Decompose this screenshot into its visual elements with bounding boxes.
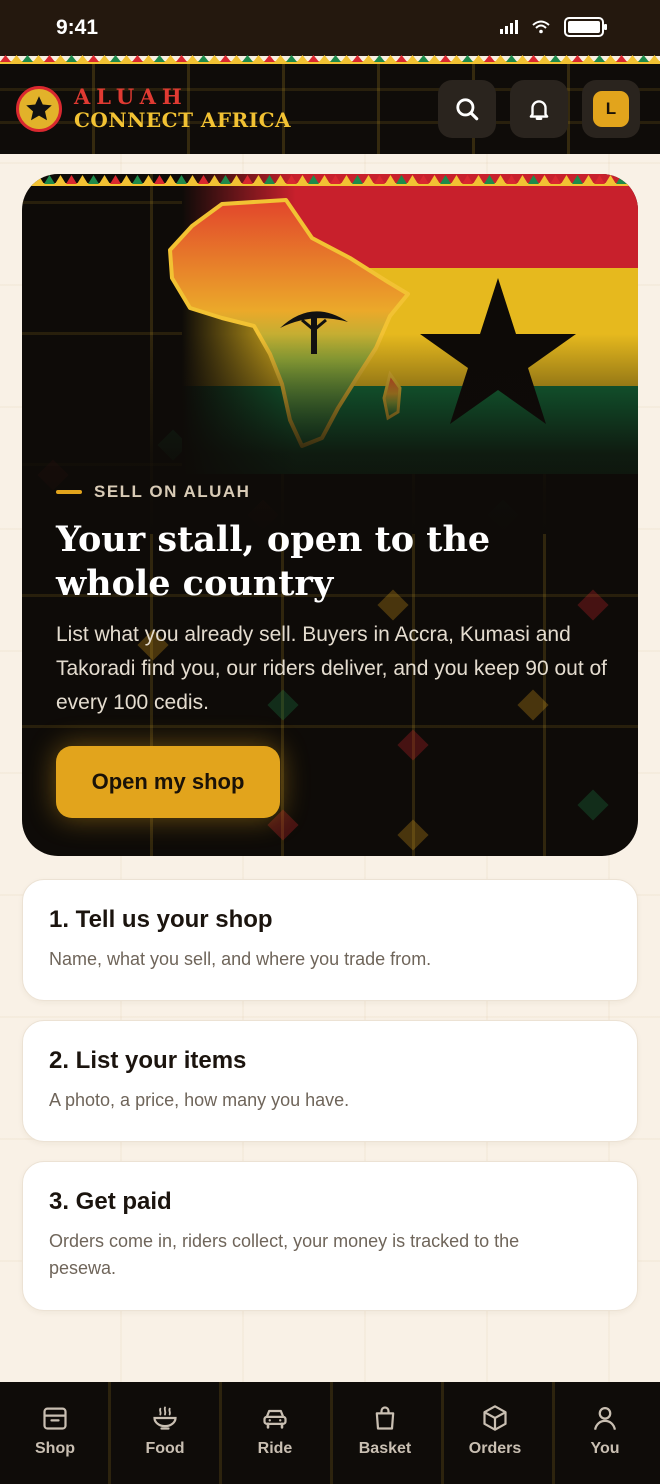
basket-bag-icon <box>375 1406 395 1430</box>
step-title: 3. Get paid <box>49 1188 172 1215</box>
battery-icon <box>564 17 607 37</box>
search-button[interactable] <box>438 80 496 138</box>
nav-item-basket[interactable]: Basket <box>330 1382 440 1484</box>
hero-fade <box>22 334 638 534</box>
status-bar: 9:41 <box>0 0 660 56</box>
profile-button[interactable]: L <box>582 80 640 138</box>
eyebrow-text: SELL ON ALUAH <box>94 482 251 501</box>
step-description: A photo, a price, how many you have. <box>49 1090 350 1110</box>
kente-border-hero <box>22 175 638 186</box>
kente-border-top <box>0 55 660 64</box>
person-icon <box>593 1406 617 1430</box>
brand-tagline: CONNECT AFRICA <box>74 108 292 132</box>
hero-title: Your stall, open to the whole country <box>56 519 491 604</box>
food-bowl-icon <box>153 1406 177 1430</box>
wifi-icon <box>532 20 550 34</box>
step-card-3[interactable]: 3. Get paid Orders come in, riders colle… <box>22 1161 638 1311</box>
hero-body: List what you already sell. Buyers in Ac… <box>56 623 608 714</box>
signal-icon <box>500 20 518 34</box>
notifications-button[interactable] <box>510 80 568 138</box>
app-header: ALUAH CONNECT AFRICA L <box>0 64 660 154</box>
nav-item-you[interactable]: You <box>550 1382 660 1484</box>
eyebrow-accent <box>56 490 82 494</box>
nav-label: Ride <box>257 1440 293 1457</box>
nav-label: Orders <box>468 1440 522 1457</box>
brand-name: ALUAH <box>74 84 188 109</box>
shop-icon <box>43 1407 67 1430</box>
step-card-2[interactable]: 2. List your items A photo, a price, how… <box>22 1020 638 1142</box>
step-description: Orders come in, riders collect, your mon… <box>49 1231 520 1278</box>
nav-item-food[interactable]: Food <box>110 1382 220 1484</box>
nav-label: Food <box>145 1440 185 1457</box>
avatar: L <box>593 91 629 127</box>
nav-item-orders[interactable]: Orders <box>440 1382 550 1484</box>
status-time: 9:41 <box>56 16 99 39</box>
step-title: 2. List your items <box>49 1047 247 1074</box>
bottom-navigation: Shop Food Ride Basket Orders You <box>0 1382 660 1484</box>
nav-label: Shop <box>35 1440 75 1457</box>
brand-logo[interactable] <box>16 86 62 132</box>
status-icons <box>500 17 608 37</box>
hero-eyebrow: SELL ON ALUAH <box>56 482 250 502</box>
step-title: 1. Tell us your shop <box>49 906 273 933</box>
nav-label: Basket <box>358 1440 412 1457</box>
star-icon <box>26 96 52 121</box>
step-card-1[interactable]: 1. Tell us your shop Name, what you sell… <box>22 879 638 1001</box>
nav-label: You <box>590 1440 620 1457</box>
car-icon <box>263 1409 287 1429</box>
open-shop-button[interactable]: Open my shop <box>56 746 280 818</box>
hero-card: SELL ON ALUAH Your stall, open to the wh… <box>22 174 638 856</box>
search-icon <box>456 98 479 121</box>
nav-item-ride[interactable]: Ride <box>220 1382 330 1484</box>
step-description: Name, what you sell, and where you trade… <box>49 949 432 969</box>
bell-icon <box>529 100 549 120</box>
nav-item-shop[interactable]: Shop <box>0 1382 110 1484</box>
box-icon <box>483 1405 507 1431</box>
